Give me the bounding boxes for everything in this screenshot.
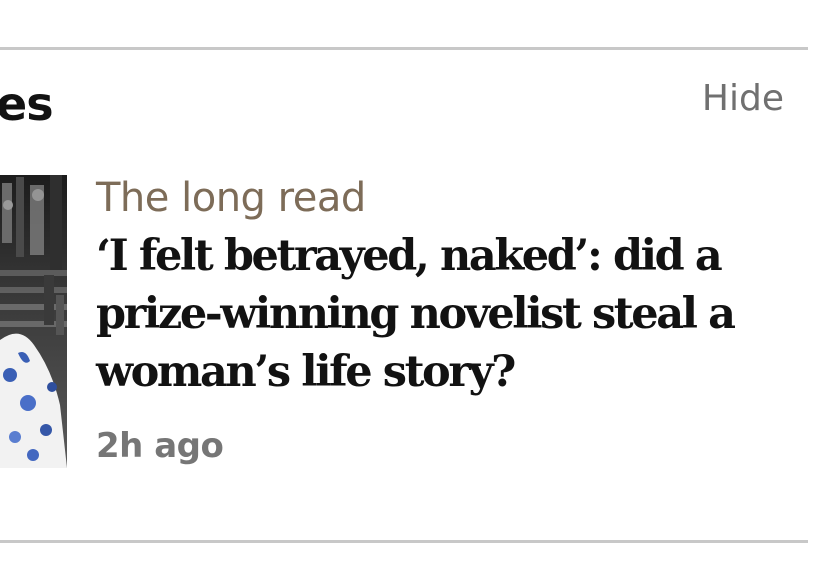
section-title: es (0, 77, 54, 131)
article-kicker: The long read (96, 175, 366, 221)
top-divider (0, 47, 808, 50)
bottom-divider (0, 540, 808, 543)
article-headline[interactable]: ‘I felt betrayed, naked’: did a prize-wi… (96, 227, 808, 401)
article-thumbnail[interactable] (0, 175, 67, 468)
hide-button[interactable]: Hide (702, 76, 784, 122)
article-timestamp: 2h ago (96, 426, 224, 466)
